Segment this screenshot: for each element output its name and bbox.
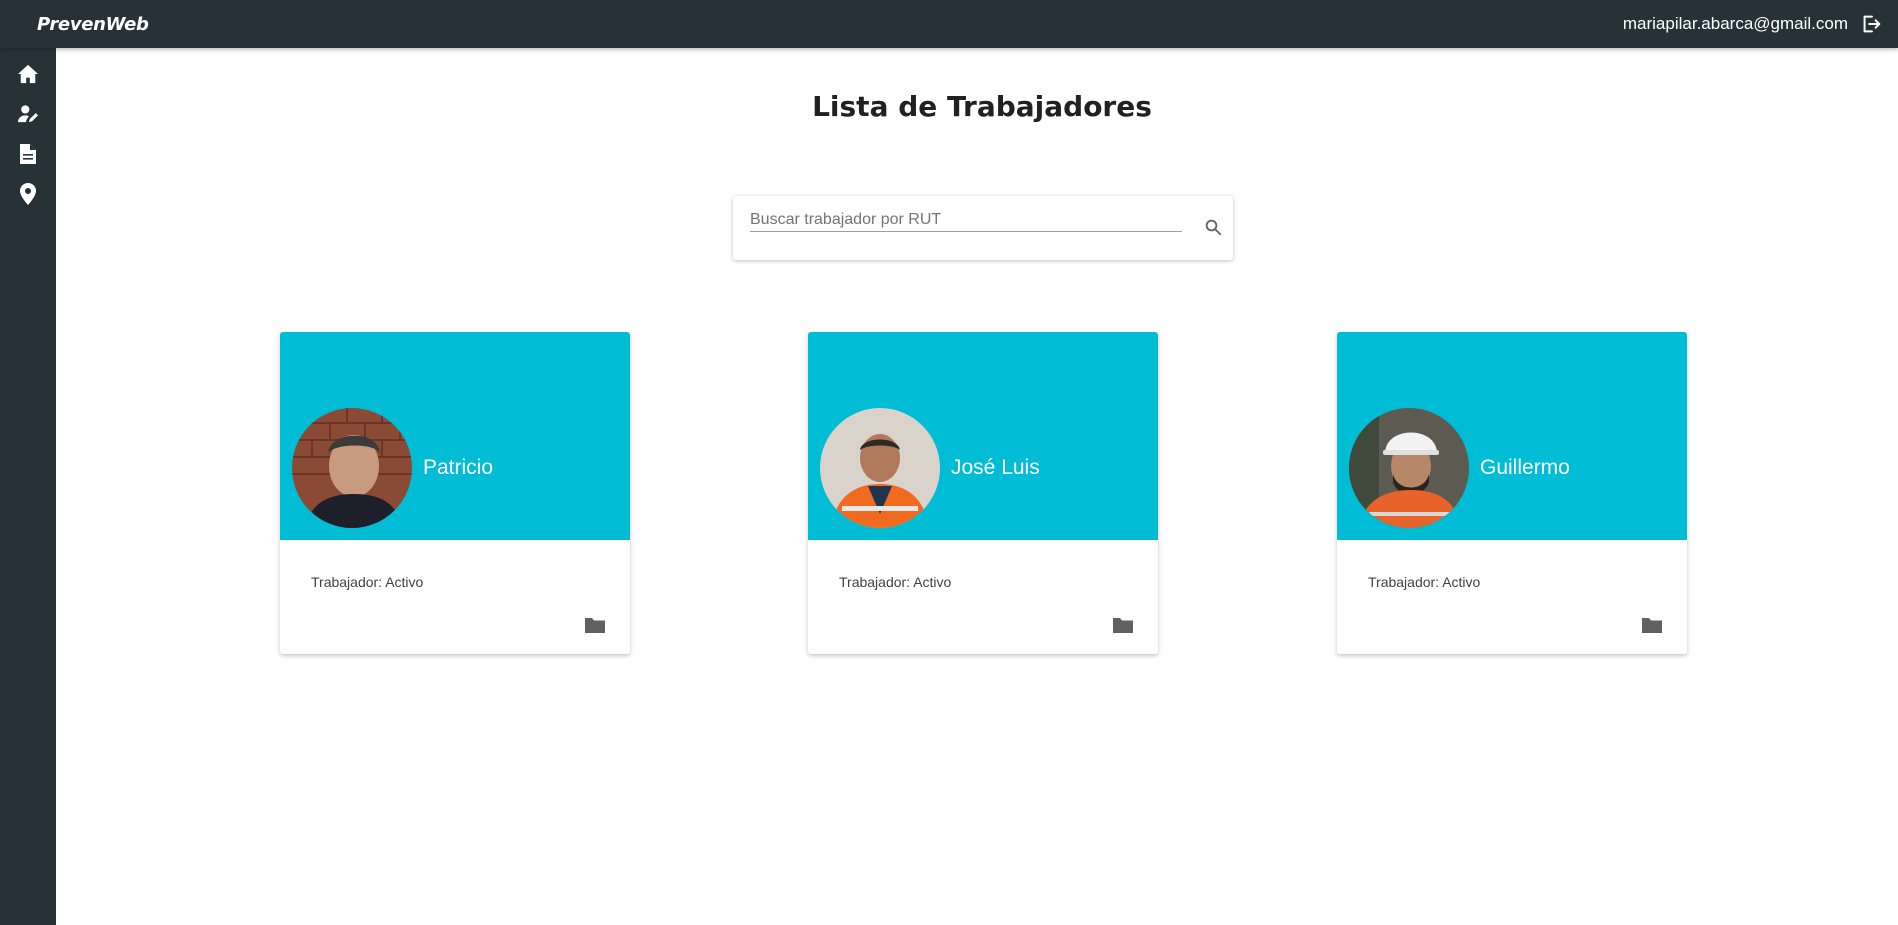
worker-card[interactable]: Guillermo Trabajador: Activo	[1337, 332, 1687, 654]
document-icon	[19, 143, 37, 169]
sidebar-item-workers[interactable]	[0, 96, 56, 136]
main-content: Lista de Trabajadores Buscar trabajador …	[56, 48, 1898, 925]
worker-name: José Luis	[951, 456, 1040, 479]
user-email: mariapilar.abarca@gmail.com	[1622, 14, 1848, 33]
worker-name: Guillermo	[1480, 456, 1570, 479]
sidebar	[0, 48, 56, 925]
folder-icon[interactable]	[1641, 616, 1665, 636]
worker-status: Trabajador: Activo	[311, 574, 424, 590]
logout-icon[interactable]	[1858, 11, 1884, 37]
location-pin-icon	[20, 183, 36, 209]
folder-icon[interactable]	[1112, 616, 1136, 636]
card-header: Guillermo	[1337, 332, 1687, 540]
card-header: Patricio	[280, 332, 630, 540]
search-icon[interactable]	[1202, 216, 1224, 238]
search-card	[733, 196, 1233, 260]
sidebar-item-home[interactable]	[0, 56, 56, 96]
search-input[interactable]	[750, 208, 1182, 232]
worker-card[interactable]: José Luis Trabajador: Activo	[808, 332, 1158, 654]
user-area: mariapilar.abarca@gmail.com	[1623, 11, 1884, 37]
avatar	[292, 408, 412, 528]
folder-icon[interactable]	[584, 616, 608, 636]
avatar	[1349, 408, 1469, 528]
home-icon	[17, 64, 39, 88]
sidebar-item-locations[interactable]	[0, 176, 56, 216]
card-header: José Luis	[808, 332, 1158, 540]
worker-name: Patricio	[423, 456, 494, 479]
worker-edit-icon	[17, 104, 39, 128]
avatar	[820, 408, 940, 528]
worker-card[interactable]: Patricio Trabajador: Activo	[280, 332, 630, 654]
worker-status: Trabajador: Activo	[839, 574, 952, 590]
page-title: Lista de Trabajadores	[812, 90, 1152, 123]
top-app-bar: PrevenWeb mariapilar.abarca@gmail.com	[0, 0, 1898, 48]
app-brand[interactable]: PrevenWeb	[37, 14, 149, 35]
sidebar-item-documents[interactable]	[0, 136, 56, 176]
worker-status: Trabajador: Activo	[1368, 574, 1481, 590]
